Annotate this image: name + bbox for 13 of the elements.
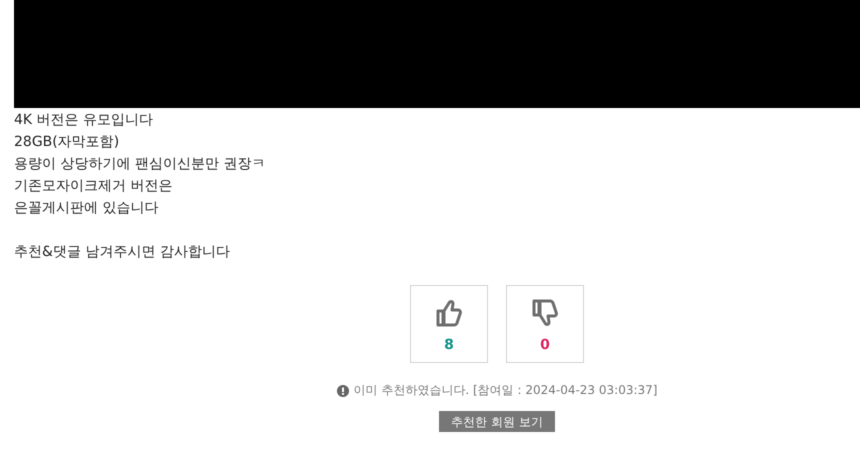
notice-text: 이미 추천하였습니다. [참여일 : 2024-04-23 03:03:37] xyxy=(354,382,658,399)
thumbs-down-icon xyxy=(532,299,558,327)
post-text-line: 추천&댓글 남겨주시면 감사합니다 xyxy=(14,243,230,262)
post-text-line: 28GB(자막포함) xyxy=(14,133,120,152)
upvote-button[interactable]: 8 xyxy=(410,285,488,363)
recommenders-button[interactable]: 추천한 회원 보기 xyxy=(439,411,555,432)
post-text-line: 용량이 상당하기에 팬심이신분만 권장ㅋ xyxy=(14,155,266,174)
downvote-button[interactable]: 0 xyxy=(506,285,584,363)
alert-icon xyxy=(336,384,349,396)
post-text-line: 은꼴게시판에 있습니다 xyxy=(14,199,158,218)
post-text-line: 4K 버전은 유모입니다 xyxy=(14,111,153,130)
thumbs-up-icon xyxy=(436,299,462,327)
post-text-line: 기존모자이크제거 버전은 xyxy=(14,177,172,196)
